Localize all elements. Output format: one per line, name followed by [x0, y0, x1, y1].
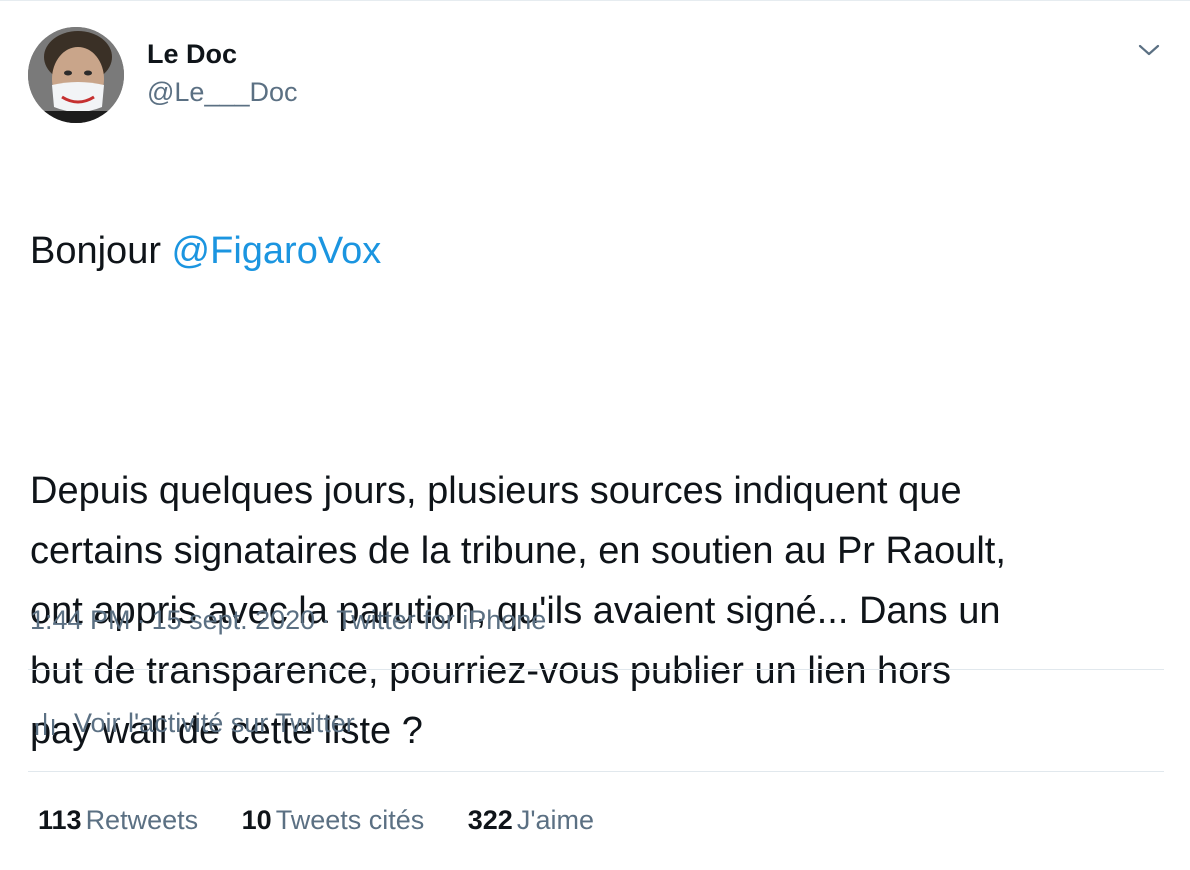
- retweets-label: Retweets: [85, 805, 199, 835]
- author-handle[interactable]: @Le___Doc: [147, 77, 298, 108]
- tweet-greeting: Bonjour: [30, 230, 172, 272]
- likes-count: 322: [467, 805, 513, 835]
- tweet-card: Le Doc @Le___Doc Bonjour @FigaroVox Depu…: [0, 0, 1190, 870]
- avatar[interactable]: [28, 27, 124, 123]
- likes-stat[interactable]: 322 J'aime: [468, 805, 594, 836]
- tweet-time[interactable]: 1:44 PM: [30, 605, 131, 635]
- bar-chart-icon: [34, 709, 58, 737]
- divider: [28, 669, 1164, 670]
- tweet-greeting-line: Bonjour @FigaroVox: [30, 221, 1170, 281]
- divider: [28, 771, 1164, 772]
- view-activity-button[interactable]: Voir l'activité sur Twitter: [34, 703, 355, 743]
- likes-label: J'aime: [516, 805, 595, 835]
- view-activity-label: Voir l'activité sur Twitter: [74, 707, 355, 738]
- retweets-stat[interactable]: 113 Retweets: [38, 805, 198, 836]
- tweet-source[interactable]: Twitter for iPhone: [336, 605, 546, 635]
- tweet-meta: 1:44 PM · 15 sept. 2020 · Twitter for iPhone: [30, 605, 546, 636]
- tweet-date[interactable]: 15 sept. 2020: [152, 605, 316, 635]
- quotes-stat[interactable]: 10 Tweets cités: [242, 805, 425, 836]
- author-display-name[interactable]: Le Doc: [147, 39, 237, 70]
- mention-link[interactable]: @FigaroVox: [172, 230, 382, 272]
- quotes-count: 10: [241, 805, 272, 835]
- quotes-label: Tweets cités: [275, 805, 425, 835]
- avatar-image: [28, 27, 124, 123]
- retweets-count: 113: [38, 805, 82, 835]
- meta-separator: ·: [136, 605, 146, 635]
- meta-separator: ·: [321, 605, 331, 635]
- chevron-down-icon[interactable]: [1136, 39, 1162, 61]
- tweet-stats: 113 Retweets 10 Tweets cités 322 J'aime: [38, 805, 630, 836]
